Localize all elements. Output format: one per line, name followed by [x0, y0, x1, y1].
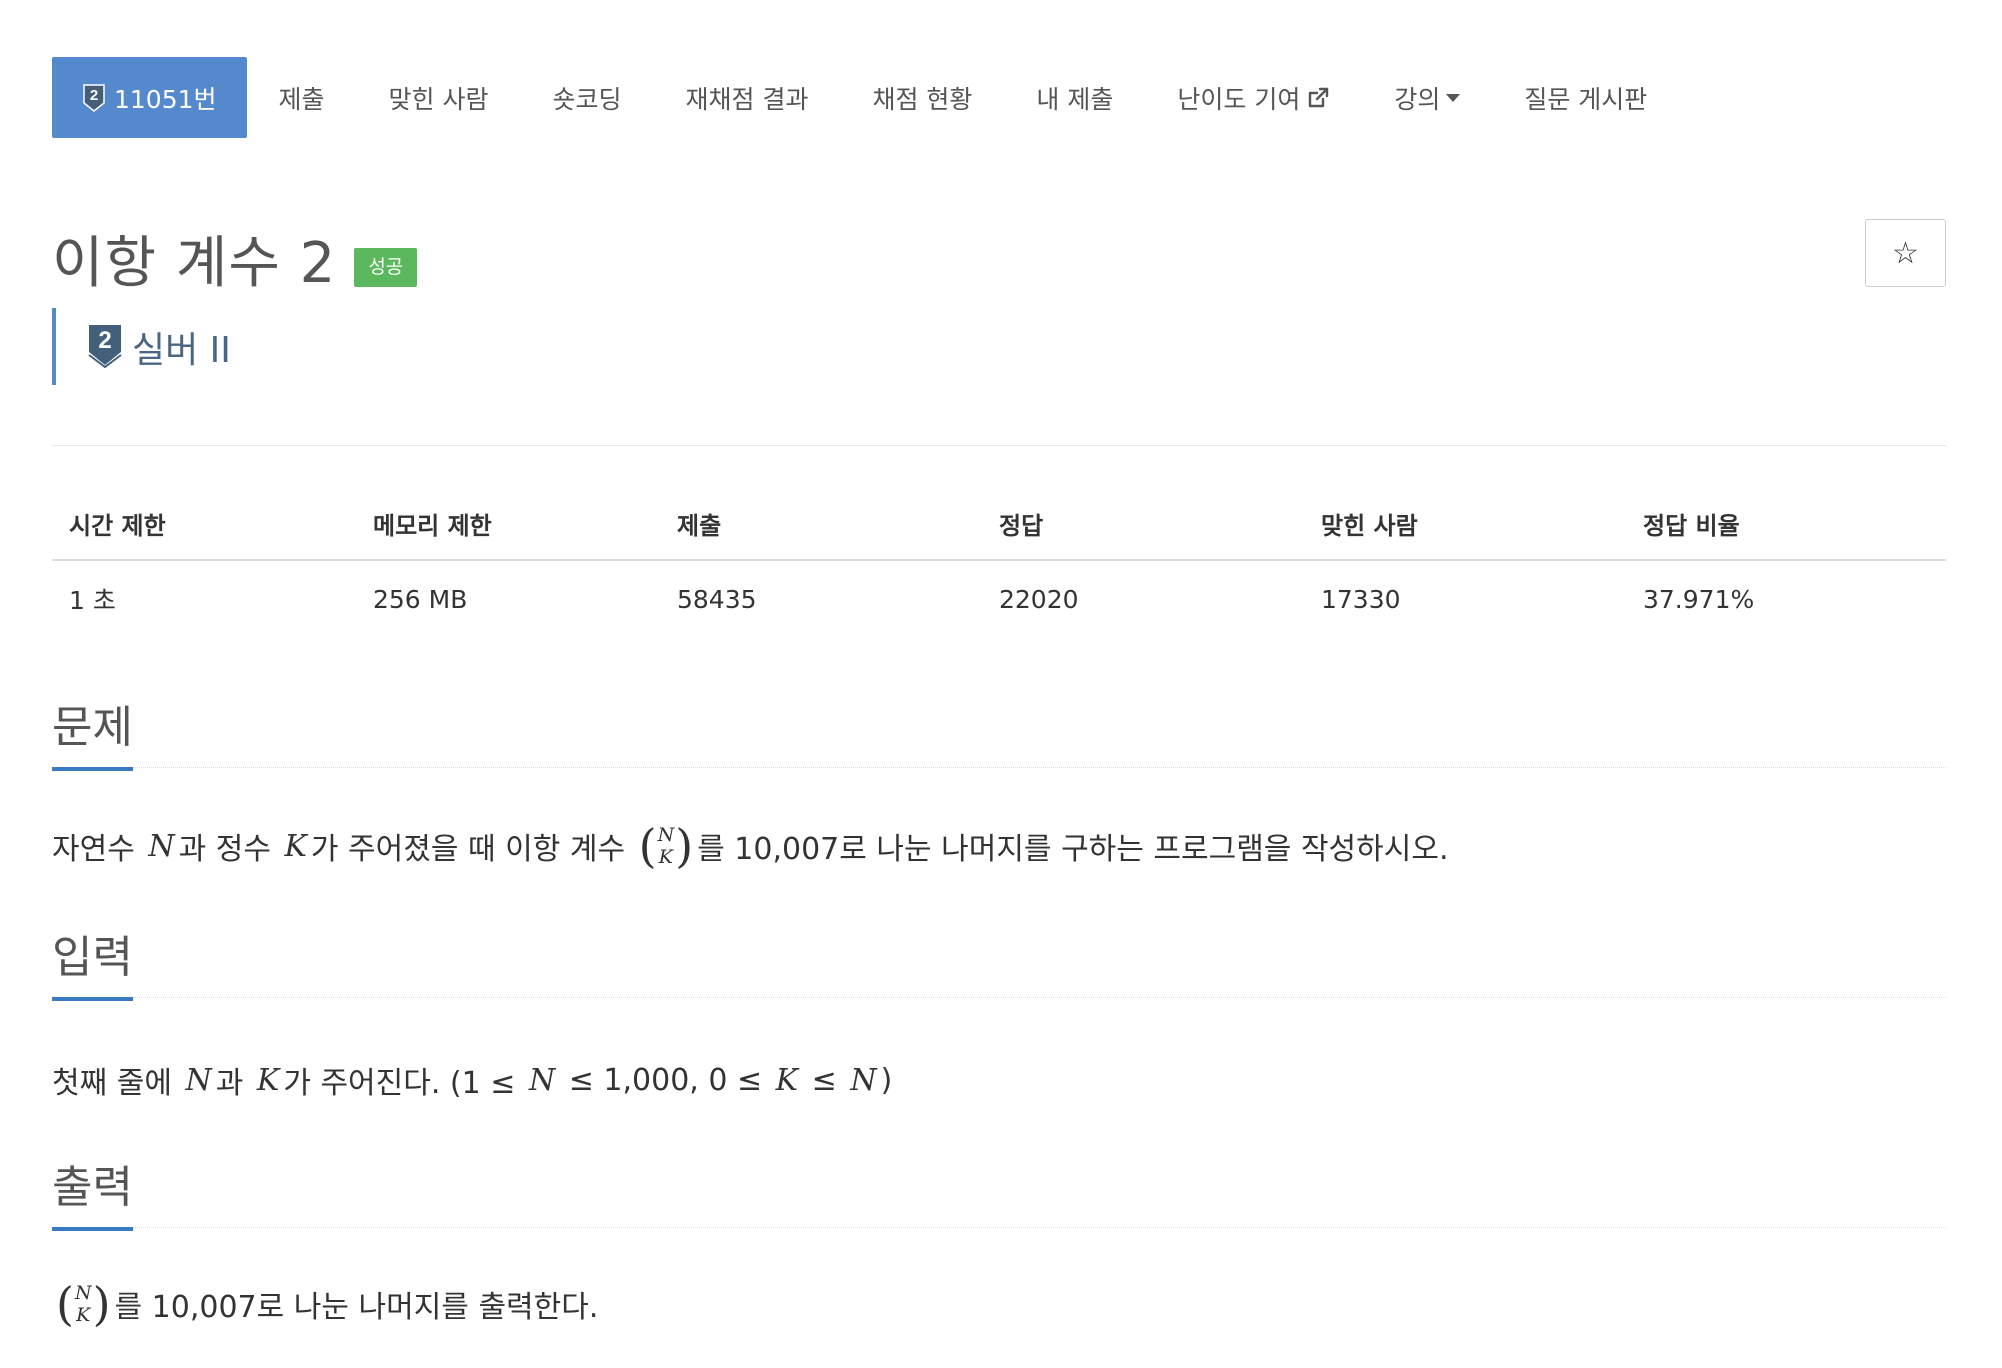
tab-solvers[interactable]: 맞힌 사람	[357, 57, 521, 138]
binomial-coefficient: (N K)	[638, 819, 694, 873]
silver-tier-icon: 2	[82, 83, 106, 113]
tab-my-submissions[interactable]: 내 제출	[1004, 57, 1145, 138]
problem-info-table: 시간 제한 메모리 제한 제출 정답 맞힌 사람 정답 비율 1 초 256 M…	[52, 490, 1946, 637]
caret-down-icon	[1446, 93, 1461, 102]
tab-label: 내 제출	[1036, 84, 1114, 114]
tier-indicator: 2 실버 II	[52, 308, 231, 385]
section-title: 문제	[52, 691, 133, 771]
math-var: N	[657, 824, 675, 846]
math-var: K	[775, 1062, 799, 1098]
text: 를 10,007로 나눈 나머지를 구하는 프로그램을 작성하시오.	[697, 832, 1449, 867]
section-title: 출력	[52, 1151, 133, 1231]
problem-section-header: 문제	[52, 701, 1946, 771]
tab-label: 강의	[1394, 84, 1441, 114]
divider	[52, 445, 1946, 446]
tab-submit[interactable]: 제출	[247, 57, 357, 138]
dotted-divider	[52, 767, 1946, 768]
tab-label: 숏코딩	[552, 84, 622, 114]
text: 를 10,007로 나눈 나머지를 출력한다.	[114, 1290, 599, 1325]
dotted-divider	[52, 997, 1946, 998]
value-submissions: 58435	[677, 584, 757, 614]
math-var: K	[76, 1304, 91, 1326]
value-memory-limit: 256 MB	[373, 584, 468, 614]
header-memory-limit: 메모리 제한	[356, 490, 660, 561]
tab-label: 질문 게시판	[1524, 84, 1648, 114]
table-row: 1 초 256 MB 58435 22020 17330 37.971%	[52, 560, 1946, 637]
value-accepted: 22020	[999, 584, 1079, 614]
star-button[interactable]: ☆	[1865, 219, 1946, 287]
header-time-limit: 시간 제한	[52, 490, 356, 561]
output-description: (N K) 를 10,007로 나눈 나머지를 출력한다.	[52, 1281, 598, 1327]
math-var: N	[148, 828, 175, 864]
binomial-coefficient: (N K)	[56, 1277, 111, 1331]
problem-nav-tabs: 2 11051번 제출 맞힌 사람 숏코딩 재채점 결과 채점 현황 내 제출 …	[52, 57, 1679, 138]
tab-label: 제출	[278, 84, 325, 114]
value-solvers: 17330	[1321, 584, 1401, 614]
tab-label: 채점 현황	[872, 84, 973, 114]
output-section-header: 출력	[52, 1161, 1946, 1231]
tab-short-coding[interactable]: 숏코딩	[521, 57, 654, 138]
math-var: N	[850, 1062, 877, 1098]
tab-label: 11051번	[114, 84, 217, 114]
text: 가 주어졌을 때 이항 계수	[310, 832, 626, 867]
text: 과	[215, 1066, 244, 1101]
silver-tier-icon: 2	[86, 322, 124, 372]
math-var: N	[185, 1062, 212, 1098]
header-solvers: 맞힌 사람	[1304, 490, 1626, 561]
table-header-row: 시간 제한 메모리 제한 제출 정답 맞힌 사람 정답 비율	[52, 490, 1946, 561]
tab-rejudge-results[interactable]: 재채점 결과	[654, 57, 841, 138]
tab-label: 재채점 결과	[685, 84, 809, 114]
text: 가 주어진다. (1 ≤	[283, 1066, 516, 1101]
tab-judge-status[interactable]: 채점 현황	[840, 57, 1004, 138]
svg-text:2: 2	[90, 87, 98, 104]
tab-problem[interactable]: 2 11051번	[52, 57, 247, 138]
tab-label: 난이도 기여	[1177, 84, 1301, 114]
math-var: K	[284, 828, 307, 864]
result-badge: 성공	[354, 248, 418, 287]
svg-text:2: 2	[98, 327, 111, 354]
dotted-divider	[52, 1227, 1946, 1228]
math-var: K	[658, 846, 673, 868]
header-accept-rate: 정답 비율	[1626, 490, 1946, 561]
math-var: K	[256, 1062, 280, 1098]
problem-title-row: 이항 계수 2 성공	[52, 218, 418, 299]
text: 첫째 줄에	[52, 1066, 172, 1101]
input-description: 첫째 줄에 N과 K가 주어진다. (1 ≤ N ≤ 1,000, 0 ≤ K …	[52, 1058, 892, 1102]
external-link-icon	[1306, 86, 1330, 110]
text: )	[880, 1062, 893, 1098]
tab-difficulty-contribution[interactable]: 난이도 기여	[1145, 57, 1362, 138]
section-title: 입력	[52, 921, 133, 1001]
input-section-header: 입력	[52, 931, 1946, 1001]
tab-qna-board[interactable]: 질문 게시판	[1492, 57, 1679, 138]
text: ≤ 1,000, 0 ≤	[568, 1062, 763, 1098]
text: ≤	[811, 1062, 837, 1098]
math-var: N	[74, 1282, 92, 1304]
page-title: 이항 계수 2	[52, 231, 337, 296]
value-time-limit: 1 초	[69, 586, 116, 615]
header-accepted: 정답	[982, 490, 1304, 561]
problem-description: 자연수 N과 정수 K가 주어졌을 때 이항 계수 (N K) 를 10,007로 …	[52, 823, 1448, 869]
value-accept-rate: 37.971%	[1643, 584, 1755, 614]
tab-lectures-dropdown[interactable]: 강의	[1362, 57, 1492, 138]
tab-label: 맞힌 사람	[388, 84, 489, 114]
text: 과 정수	[178, 832, 271, 867]
header-submissions: 제출	[660, 490, 982, 561]
tier-label: 실버 II	[132, 329, 231, 371]
math-var: N	[528, 1062, 556, 1098]
star-icon: ☆	[1892, 235, 1919, 271]
text: 자연수	[52, 832, 135, 867]
